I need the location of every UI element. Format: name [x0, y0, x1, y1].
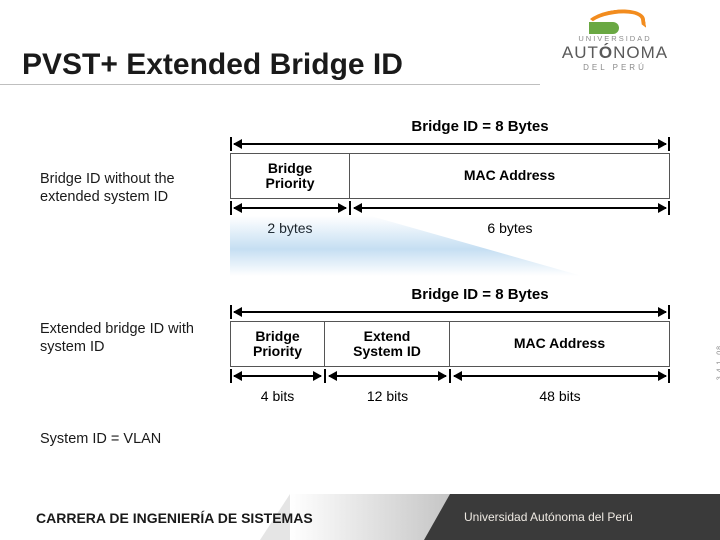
upper-size-arrows [230, 199, 670, 217]
caption-without-extended: Bridge ID without the extended system ID [40, 170, 200, 206]
lower-overall-arrow [230, 303, 670, 321]
upper-overall-label: Bridge ID = 8 Bytes [290, 118, 670, 135]
upper-size-1: 6 bytes [350, 220, 670, 236]
lower-size-arrows [230, 367, 670, 385]
lower-block: Bridge ID = 8 Bytes Bridge Priority Exte… [230, 286, 670, 404]
logo-big-accent: Ó [599, 43, 613, 62]
upper-sizes: 2 bytes 6 bytes [230, 220, 670, 236]
cell-mac-address-ext: MAC Address [450, 321, 670, 367]
cell-bridge-priority-ext: Bridge Priority [230, 321, 325, 367]
cell-extend-system-id: Extend System ID [325, 321, 450, 367]
slide-title: PVST+ Extended Bridge ID [22, 48, 403, 82]
logo-line3: DEL PERÚ [530, 63, 700, 72]
caption-with-extended: Extended bridge ID with system ID [40, 320, 200, 356]
logo-swoosh-icon [585, 6, 645, 36]
lower-size-2: 48 bits [450, 388, 670, 404]
logo-big-post: NOMA [613, 43, 668, 62]
lower-size-1: 12 bits [325, 388, 450, 404]
caption-system-id-vlan: System ID = VLAN [40, 430, 161, 448]
footer: Universidad Autónoma del Perú CARRERA DE… [0, 494, 720, 540]
footer-university-name: Universidad Autónoma del Perú [450, 494, 720, 540]
footer-career: CARRERA DE INGENIERÍA DE SISTEMAS [36, 510, 313, 526]
lower-cells: Bridge Priority Extend System ID MAC Add… [230, 321, 670, 367]
cell-bridge-priority: Bridge Priority [230, 153, 350, 199]
upper-cells: Bridge Priority MAC Address [230, 153, 670, 199]
upper-size-0: 2 bytes [230, 220, 350, 236]
logo-big-pre: AUT [562, 43, 599, 62]
logo-line2: AUTÓNOMA [530, 43, 700, 63]
slide: UNIVERSIDAD AUTÓNOMA DEL PERÚ PVST+ Exte… [0, 0, 720, 540]
university-logo: UNIVERSIDAD AUTÓNOMA DEL PERÚ [530, 6, 700, 66]
bridge-id-diagram: Bridge ID = 8 Bytes Bridge Priority MAC … [230, 118, 700, 404]
lower-size-0: 4 bits [230, 388, 325, 404]
figure-ref: 3.4.1_08 [716, 345, 720, 380]
cell-mac-address: MAC Address [350, 153, 670, 199]
upper-block: Bridge ID = 8 Bytes Bridge Priority MAC … [230, 118, 670, 236]
lower-sizes: 4 bits 12 bits 48 bits [230, 388, 670, 404]
title-divider [0, 84, 540, 85]
upper-overall-arrow [230, 135, 670, 153]
lower-overall-label: Bridge ID = 8 Bytes [290, 286, 670, 303]
